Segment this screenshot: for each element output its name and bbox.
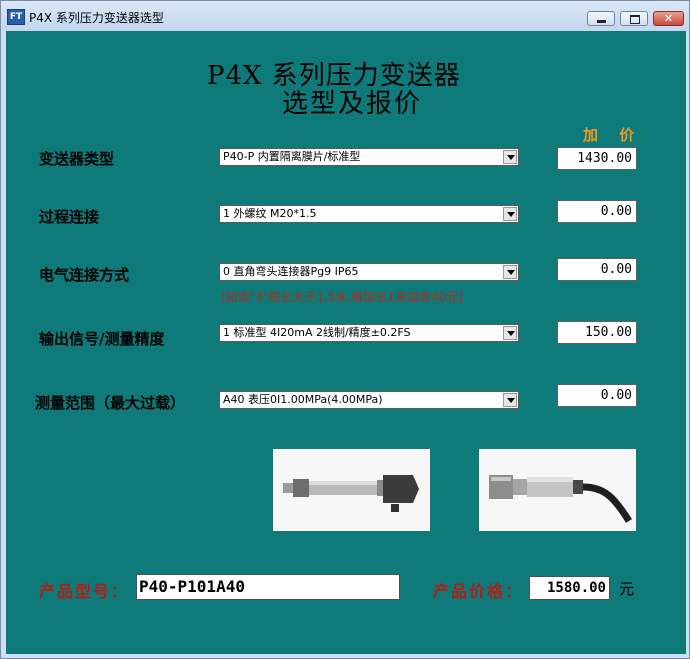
page-subtitle: 选型及报价 xyxy=(282,89,423,119)
cable-length-note: [如选"3"缆长大于1.5米,每加长1米加收40元] xyxy=(221,290,463,304)
dropdown-arrow-icon[interactable] xyxy=(503,150,517,164)
output-signal-select[interactable]: 1 标准型 4I20mA 2线制/精度±0.2FS xyxy=(219,324,519,342)
type-price-field[interactable]: 1430.00 xyxy=(557,147,637,170)
output-signal-value: 1 标准型 4I20mA 2线制/精度±0.2FS xyxy=(223,326,411,339)
minimize-icon xyxy=(597,20,606,23)
process-connection-select[interactable]: 1 外螺纹 M20*1.5 xyxy=(219,205,519,223)
app-icon: FT xyxy=(7,9,25,25)
currency-label: 元 xyxy=(619,580,635,598)
product-price-label: 产品价格： xyxy=(433,582,524,601)
type-select-value: P40-P 内置隔离膜片/标准型 xyxy=(223,150,361,163)
window-title: P4X 系列压力变送器选型 xyxy=(29,11,164,25)
measurement-range-price-field[interactable]: 0.00 xyxy=(557,384,637,407)
measurement-range-label: 测量范围（最大过载） xyxy=(35,394,186,412)
product-photo-1 xyxy=(273,449,430,531)
output-signal-label: 输出信号/测量精度 xyxy=(39,330,165,348)
app-window: FT P4X 系列压力变送器选型 ✕ P4X 系列压力变送器 选型及报价 加 价… xyxy=(0,0,690,659)
dropdown-arrow-icon[interactable] xyxy=(503,265,517,279)
type-select[interactable]: P40-P 内置隔离膜片/标准型 xyxy=(219,148,519,166)
model-number-field[interactable]: P40-P101A40 xyxy=(136,574,400,600)
title-bar[interactable]: FT P4X 系列压力变送器选型 ✕ xyxy=(1,1,689,31)
process-connection-value: 1 外螺纹 M20*1.5 xyxy=(223,207,317,220)
process-connection-price-field[interactable]: 0.00 xyxy=(557,200,637,223)
electrical-connection-label: 电气连接方式 xyxy=(39,266,130,284)
maximize-button[interactable] xyxy=(620,11,648,26)
type-label: 变送器类型 xyxy=(39,150,115,168)
dropdown-arrow-icon[interactable] xyxy=(503,207,517,221)
dropdown-arrow-icon[interactable] xyxy=(503,326,517,340)
minimize-button[interactable] xyxy=(587,11,615,26)
product-photo-2 xyxy=(479,449,636,531)
electrical-connection-price-field[interactable]: 0.00 xyxy=(557,258,637,281)
price-column-header: 加 价 xyxy=(583,126,643,144)
electrical-connection-select[interactable]: 0 直角弯头连接器Pg9 IP65 xyxy=(219,263,519,281)
close-icon: ✕ xyxy=(663,12,674,25)
measurement-range-value: A40 表压0I1.00MPa(4.00MPa) xyxy=(223,393,383,406)
measurement-range-select[interactable]: A40 表压0I1.00MPa(4.00MPa) xyxy=(219,391,519,409)
output-signal-price-field[interactable]: 150.00 xyxy=(557,321,637,344)
close-button[interactable]: ✕ xyxy=(653,11,684,26)
process-connection-label: 过程连接 xyxy=(39,208,100,226)
maximize-icon xyxy=(630,15,640,24)
product-price-field[interactable]: 1580.00 xyxy=(529,576,610,600)
electrical-connection-value: 0 直角弯头连接器Pg9 IP65 xyxy=(223,265,359,278)
model-label: 产品型号： xyxy=(39,582,130,601)
dropdown-arrow-icon[interactable] xyxy=(503,393,517,407)
